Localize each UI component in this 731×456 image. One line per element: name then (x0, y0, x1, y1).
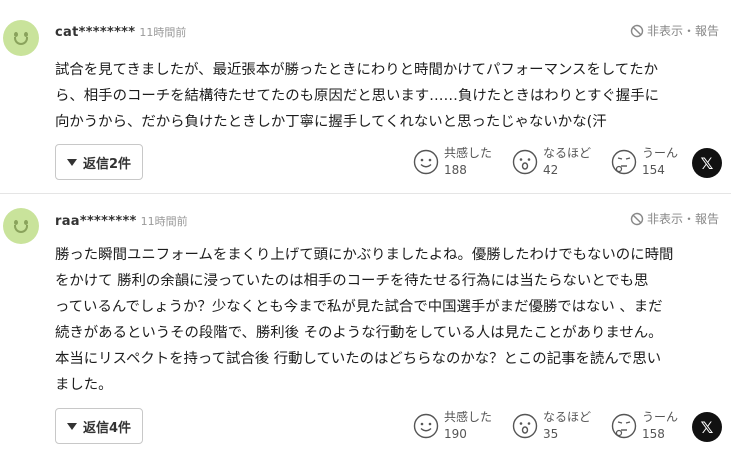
reaction-label: うーん (642, 410, 679, 424)
thinking-face-icon (611, 413, 637, 439)
username[interactable]: raa******** (55, 214, 137, 229)
reply-label: 返信4件 (82, 420, 132, 436)
reaction-label: 共感した (444, 146, 493, 160)
surprised-face-icon (512, 149, 538, 175)
reaction-count: 35 (543, 427, 559, 441)
avatar[interactable] (3, 20, 39, 56)
reaction-count: 42 (543, 163, 559, 177)
share-x-button[interactable]: 𝕏 (692, 412, 722, 442)
hide-report-link[interactable]: 非表示・報告 (630, 210, 719, 227)
share-x-button[interactable]: 𝕏 (692, 148, 722, 178)
empathy-reaction-button[interactable]: 共感した 188 (413, 145, 492, 179)
uun-reaction-button[interactable]: うーん 154 (611, 145, 678, 179)
surprised-face-icon (512, 413, 538, 439)
comment-item: cat******** 11時間前 非表示・報告 試合を見てきましたが、最近張本… (0, 0, 731, 193)
empathy-face-icon (413, 413, 439, 439)
hide-report-link[interactable]: 非表示・報告 (630, 22, 719, 39)
caret-down-icon (66, 158, 77, 166)
timestamp: 11時間前 (139, 26, 187, 39)
empathy-reaction-button[interactable]: 共感した 190 (413, 409, 492, 443)
reaction-count: 190 (444, 427, 467, 441)
reaction-label: なるほど (543, 410, 592, 424)
comment-item: raa******** 11時間前 非表示・報告 勝った瞬間ユニフォームをまくり… (0, 193, 731, 456)
uun-reaction-button[interactable]: うーん 158 (611, 409, 678, 443)
thinking-face-icon (611, 149, 637, 175)
reaction-label: 共感した (444, 410, 493, 424)
reaction-label: なるほど (543, 146, 592, 160)
avatar[interactable] (3, 208, 39, 244)
naruhodo-reaction-button[interactable]: なるほど 42 (512, 145, 591, 179)
block-icon (630, 212, 644, 225)
reaction-count: 154 (642, 163, 665, 177)
reply-label: 返信2件 (82, 156, 132, 172)
divider (0, 193, 731, 194)
timestamp: 11時間前 (140, 215, 188, 228)
block-icon (630, 24, 644, 37)
comment-text: 試合を見てきましたが、最近張本が勝ったときにわりと時間かけてパフォーマンスをして… (55, 62, 659, 130)
reaction-count: 158 (642, 427, 665, 441)
replies-button[interactable]: 返信2件 (55, 144, 143, 180)
caret-down-icon (66, 422, 77, 430)
replies-button[interactable]: 返信4件 (55, 408, 143, 444)
username[interactable]: cat******** (55, 25, 135, 40)
report-label: 非表示・報告 (646, 212, 719, 226)
reaction-label: うーん (642, 146, 679, 160)
comment-header: cat******** 11時間前 (55, 24, 186, 40)
empathy-face-icon (413, 149, 439, 175)
report-label: 非表示・報告 (646, 24, 719, 38)
naruhodo-reaction-button[interactable]: なるほど 35 (512, 409, 591, 443)
comment-header: raa******** 11時間前 (55, 213, 188, 229)
comment-text: 勝った瞬間ユニフォームをまくり上げて頭にかぶりましたよね。優勝したわけでもないの… (55, 247, 674, 393)
reaction-count: 188 (444, 163, 467, 177)
